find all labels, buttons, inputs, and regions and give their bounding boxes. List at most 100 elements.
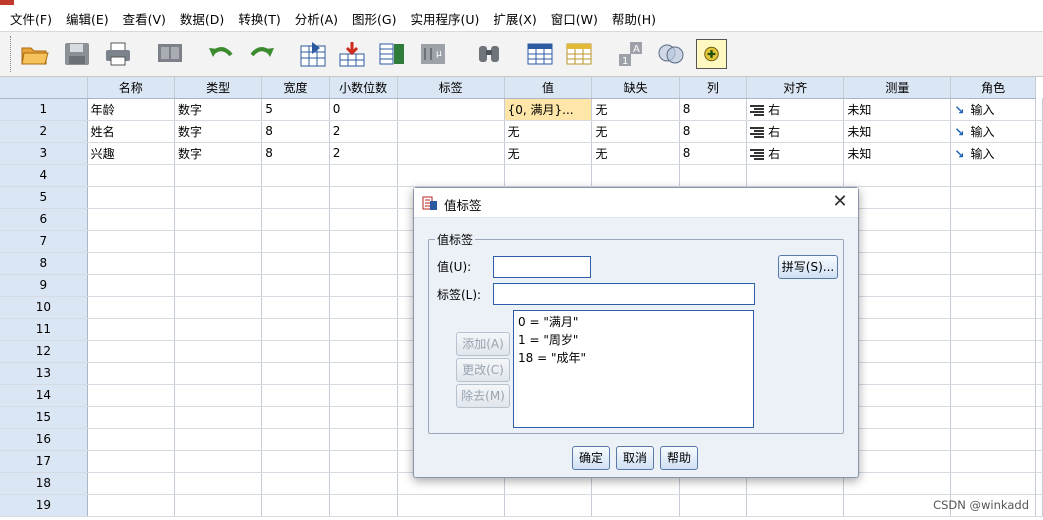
weight-cases-icon[interactable] bbox=[562, 38, 596, 70]
open-folder-icon[interactable] bbox=[18, 38, 52, 70]
row-header[interactable]: 3 bbox=[0, 142, 88, 165]
grid-cell[interactable]: 数字 bbox=[174, 98, 263, 121]
spell-button[interactable]: 拼写(S)... bbox=[778, 255, 838, 279]
list-item[interactable]: 18 = "成年" bbox=[518, 349, 749, 367]
grid-cell[interactable] bbox=[174, 230, 263, 253]
ok-button[interactable]: 确定 bbox=[572, 446, 610, 470]
grid-cell[interactable] bbox=[261, 450, 330, 473]
grid-cell[interactable] bbox=[329, 384, 398, 407]
grid-cell[interactable] bbox=[174, 208, 263, 231]
split-file-icon[interactable] bbox=[523, 38, 557, 70]
grid-cell[interactable] bbox=[174, 186, 263, 209]
grid-cell[interactable] bbox=[174, 340, 263, 363]
grid-cell[interactable] bbox=[843, 252, 952, 275]
grid-cell[interactable]: 数字 bbox=[174, 142, 263, 165]
grid-cell[interactable]: 未知 bbox=[843, 120, 952, 143]
grid-cell[interactable] bbox=[397, 494, 505, 517]
grid-cell[interactable] bbox=[843, 428, 952, 451]
grid-cell[interactable] bbox=[843, 230, 952, 253]
grid-cell[interactable] bbox=[87, 450, 175, 473]
grid-cell[interactable] bbox=[843, 472, 952, 495]
grid-cell[interactable] bbox=[950, 230, 1036, 253]
grid-cell[interactable] bbox=[174, 164, 263, 187]
grid-cell[interactable] bbox=[397, 98, 505, 121]
grid-cell[interactable] bbox=[329, 340, 398, 363]
grid-cell[interactable]: 8 bbox=[261, 120, 330, 143]
grid-cell[interactable] bbox=[261, 296, 330, 319]
grid-cell[interactable] bbox=[329, 296, 398, 319]
row-header[interactable]: 14 bbox=[0, 384, 88, 407]
list-item[interactable]: 1 = "周岁" bbox=[518, 331, 749, 349]
grid-cell[interactable] bbox=[329, 164, 398, 187]
grid-cell[interactable] bbox=[950, 274, 1036, 297]
column-header[interactable]: 列 bbox=[679, 77, 748, 99]
grid-cell[interactable]: 年龄 bbox=[87, 98, 175, 121]
menu-item[interactable]: 转换(T) bbox=[232, 11, 286, 29]
grid-cell[interactable] bbox=[950, 164, 1036, 187]
menu-item[interactable]: 文件(F) bbox=[4, 11, 58, 29]
grid-cell[interactable]: ↘ 输入 bbox=[950, 98, 1036, 121]
grid-cell[interactable]: 无 bbox=[504, 120, 593, 143]
grid-cell[interactable] bbox=[950, 318, 1036, 341]
grid-cell[interactable] bbox=[679, 164, 748, 187]
row-header[interactable]: 2 bbox=[0, 120, 88, 143]
grid-cell[interactable]: ↘ 输入 bbox=[950, 142, 1036, 165]
menu-item[interactable]: 分析(A) bbox=[289, 11, 344, 29]
grid-cell[interactable] bbox=[174, 318, 263, 341]
menu-item[interactable]: 窗口(W) bbox=[545, 11, 604, 29]
grid-cell[interactable] bbox=[174, 252, 263, 275]
toolbar-grip[interactable] bbox=[10, 36, 13, 72]
grid-cell[interactable]: 未知 bbox=[843, 98, 952, 121]
value-label-list[interactable]: 0 = "满月" 1 = "周岁" 18 = "成年" bbox=[513, 310, 754, 428]
change-button[interactable]: 更改(C) bbox=[456, 358, 510, 382]
menu-item[interactable]: 查看(V) bbox=[117, 11, 172, 29]
row-header[interactable]: 8 bbox=[0, 252, 88, 275]
run-descriptives-icon[interactable]: μ bbox=[416, 38, 450, 70]
grid-cell[interactable] bbox=[950, 186, 1036, 209]
menu-item[interactable]: 数据(D) bbox=[174, 11, 230, 29]
grid-cell[interactable]: 姓名 bbox=[87, 120, 175, 143]
grid-cell[interactable]: 数字 bbox=[174, 120, 263, 143]
grid-cell[interactable] bbox=[174, 450, 263, 473]
goto-variable-icon[interactable] bbox=[335, 38, 369, 70]
grid-cell[interactable] bbox=[843, 186, 952, 209]
grid-cell[interactable] bbox=[87, 274, 175, 297]
grid-cell[interactable]: 8 bbox=[679, 98, 748, 121]
save-icon[interactable] bbox=[60, 38, 94, 70]
cancel-button[interactable]: 取消 bbox=[616, 446, 654, 470]
value-labels-icon[interactable]: A1 bbox=[614, 38, 648, 70]
grid-cell[interactable] bbox=[950, 252, 1036, 275]
grid-cell[interactable] bbox=[504, 164, 593, 187]
grid-cell[interactable] bbox=[843, 208, 952, 231]
grid-cell[interactable] bbox=[950, 208, 1036, 231]
grid-cell[interactable] bbox=[261, 384, 330, 407]
grid-cell[interactable] bbox=[87, 296, 175, 319]
column-header[interactable]: 测量 bbox=[843, 77, 952, 99]
grid-cell[interactable] bbox=[87, 252, 175, 275]
row-header[interactable]: 16 bbox=[0, 428, 88, 451]
grid-cell[interactable] bbox=[329, 494, 398, 517]
grid-cell[interactable] bbox=[591, 164, 680, 187]
row-header[interactable]: 5 bbox=[0, 186, 88, 209]
grid-cell[interactable] bbox=[397, 120, 505, 143]
grid-cell[interactable] bbox=[261, 186, 330, 209]
grid-cell[interactable]: ↘ 输入 bbox=[950, 120, 1036, 143]
dialog-recall-icon[interactable] bbox=[153, 38, 187, 70]
label-input[interactable] bbox=[493, 283, 755, 305]
grid-cell[interactable] bbox=[87, 186, 175, 209]
row-header[interactable]: 15 bbox=[0, 406, 88, 429]
grid-cell[interactable] bbox=[87, 230, 175, 253]
grid-cell[interactable] bbox=[329, 252, 398, 275]
grid-cell[interactable]: 无 bbox=[504, 142, 593, 165]
grid-cell[interactable]: 兴趣 bbox=[87, 142, 175, 165]
grid-cell[interactable] bbox=[174, 494, 263, 517]
row-header[interactable]: 18 bbox=[0, 472, 88, 495]
grid-cell[interactable] bbox=[87, 428, 175, 451]
grid-cell[interactable]: 5 bbox=[261, 98, 330, 121]
grid-cell[interactable] bbox=[261, 318, 330, 341]
column-header[interactable]: 标签 bbox=[397, 77, 505, 99]
grid-cell[interactable] bbox=[87, 340, 175, 363]
column-header[interactable]: 宽度 bbox=[261, 77, 330, 99]
help-button[interactable]: 帮助 bbox=[660, 446, 698, 470]
row-header[interactable]: 9 bbox=[0, 274, 88, 297]
